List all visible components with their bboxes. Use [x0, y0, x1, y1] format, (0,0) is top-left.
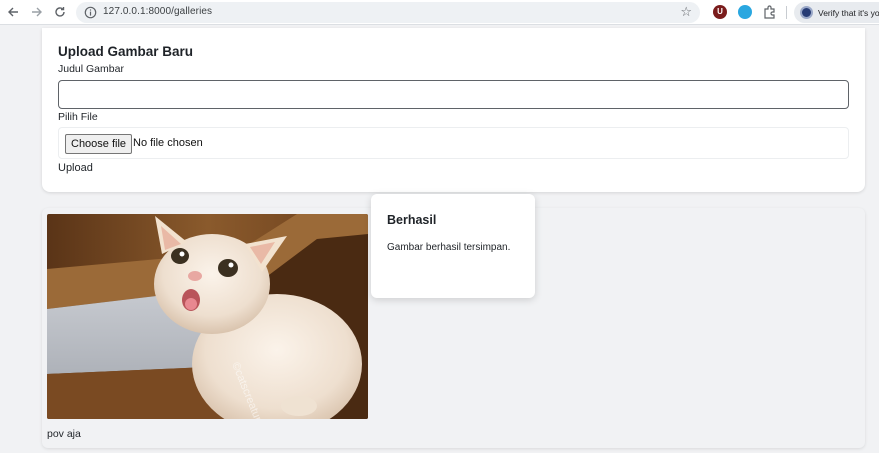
toast-message: Gambar berhasil tersimpan.: [387, 242, 511, 253]
gallery-photo-cat[interactable]: ©catscreature: [47, 214, 368, 419]
forward-arrow-icon[interactable]: [29, 4, 45, 20]
profile-avatar-icon: [800, 6, 813, 19]
puzzle-extensions-icon[interactable]: [762, 4, 778, 20]
extension-blue-icon[interactable]: [738, 5, 752, 19]
reload-icon[interactable]: [52, 4, 68, 20]
bookmark-star-icon[interactable]: ☆: [680, 5, 692, 19]
file-label: Pilih File: [58, 111, 98, 123]
address-bar[interactable]: 127.0.0.1:8000/galleries ☆: [76, 2, 700, 23]
profile-chip-text: Verify that it's you: [818, 7, 879, 18]
judul-label: Judul Gambar: [58, 63, 124, 75]
no-file-chosen-text: No file chosen: [133, 137, 203, 149]
upload-title: Upload Gambar Baru: [58, 44, 194, 59]
url-text: 127.0.0.1:8000/galleries: [103, 6, 213, 17]
judul-input[interactable]: [58, 80, 849, 109]
toast-title: Berhasil: [387, 213, 437, 227]
file-input[interactable]: Choose file No file chosen: [58, 127, 849, 159]
success-toast: Berhasil Gambar berhasil tersimpan.: [371, 194, 535, 298]
photo-caption: pov aja: [47, 428, 81, 440]
extension-u-icon[interactable]: U: [713, 5, 727, 19]
profile-verify-chip[interactable]: Verify that it's you: [794, 2, 879, 23]
browser-toolbar: 127.0.0.1:8000/galleries ☆ U Verify that…: [0, 0, 879, 25]
upload-card: Upload Gambar Baru Judul Gambar Pilih Fi…: [42, 28, 865, 192]
toolbar-divider: [786, 6, 787, 19]
site-info-icon[interactable]: [84, 6, 97, 19]
back-arrow-icon[interactable]: [5, 4, 21, 20]
upload-button[interactable]: Upload: [58, 162, 93, 174]
choose-file-button[interactable]: Choose file: [65, 134, 133, 154]
